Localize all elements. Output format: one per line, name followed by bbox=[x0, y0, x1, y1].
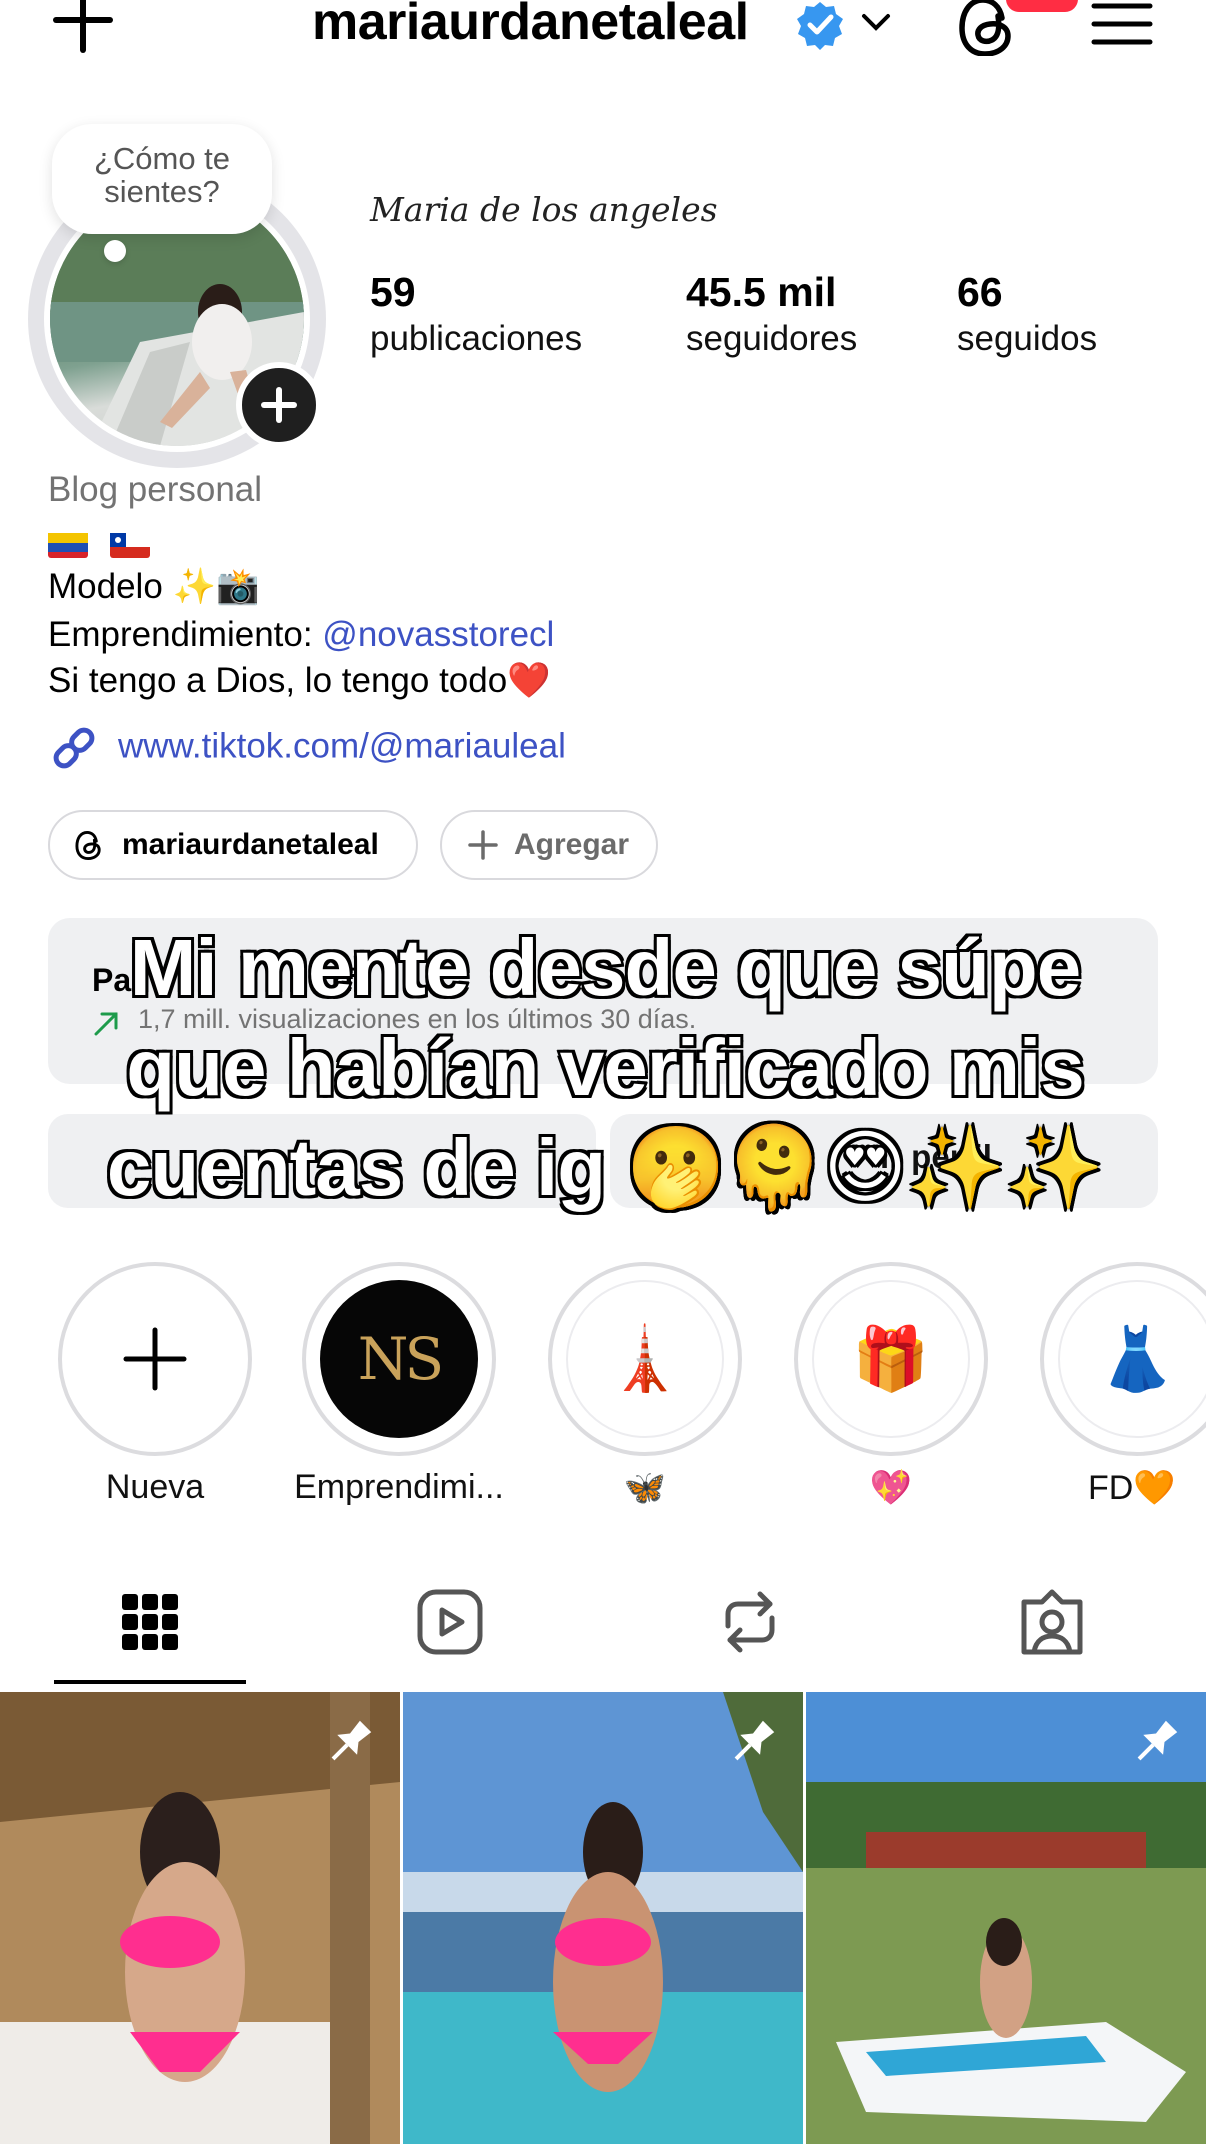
highlight-label: 💖 bbox=[869, 1469, 913, 1507]
note-bubble[interactable]: ¿Cómo te sientes? bbox=[52, 124, 272, 234]
video-caption-overlay: Mi mente desde que súpe que habían verif… bbox=[104, 921, 1106, 1215]
add-chip-label: Agregar bbox=[514, 828, 630, 861]
reels-icon[interactable] bbox=[414, 1586, 486, 1658]
plus-icon bbox=[123, 1327, 187, 1391]
active-tab-indicator bbox=[54, 1680, 246, 1684]
highlight-label: Emprendimi... bbox=[294, 1468, 504, 1506]
pin-icon bbox=[1137, 1720, 1178, 1761]
venezuela-flag bbox=[48, 530, 88, 558]
flags-row bbox=[48, 522, 162, 562]
threads-chip-label: mariaurdanetaleal bbox=[122, 828, 379, 861]
highlight-gift[interactable]: 🎁 bbox=[794, 1262, 988, 1456]
verified-badge-icon bbox=[797, 2, 843, 50]
stat-posts[interactable]: 59 publicaciones bbox=[370, 266, 582, 360]
highlight-dress[interactable]: 👗 bbox=[1040, 1262, 1206, 1456]
highlight-eiffel[interactable]: 🗼 bbox=[548, 1262, 742, 1456]
stat-posts-label: publicaciones bbox=[370, 319, 583, 358]
bio-line-model: Modelo ✨📸 bbox=[48, 567, 260, 606]
dress-icon: 👗 bbox=[1058, 1280, 1206, 1438]
stat-followers-label: seguidores bbox=[686, 319, 858, 358]
eiffel-tower-icon: 🗼 bbox=[566, 1280, 724, 1438]
grid-icon[interactable] bbox=[114, 1586, 186, 1658]
bio-link-text: www.tiktok.com/@mariauleal bbox=[118, 726, 566, 766]
chile-flag bbox=[109, 530, 150, 558]
highlight-new-inner bbox=[76, 1280, 234, 1438]
note-bubble-tail bbox=[104, 240, 126, 262]
threads-icon[interactable] bbox=[956, 0, 1022, 56]
bio-line-faith: Si tengo a Dios, lo tengo todo❤️ bbox=[48, 661, 551, 700]
mention-link[interactable]: @novasstorecl bbox=[322, 615, 554, 654]
reposts-icon[interactable] bbox=[714, 1586, 786, 1658]
stat-posts-count: 59 bbox=[370, 269, 416, 315]
chevron-down-icon[interactable] bbox=[858, 8, 894, 38]
highlight-label: 🦋 bbox=[623, 1469, 667, 1507]
stat-followers[interactable]: 45.5 mil seguidores bbox=[686, 266, 857, 360]
plus-icon bbox=[468, 830, 498, 860]
post-tile[interactable] bbox=[403, 1692, 803, 2144]
gift-icon: 🎁 bbox=[812, 1280, 970, 1438]
bio-link[interactable]: www.tiktok.com/@mariauleal bbox=[48, 722, 566, 774]
plus-icon bbox=[261, 387, 297, 423]
pin-icon bbox=[734, 1720, 775, 1761]
pin-icon bbox=[331, 1720, 372, 1761]
stat-following-label: seguidos bbox=[957, 319, 1098, 358]
stat-following-count: 66 bbox=[957, 269, 1003, 315]
highlight-new[interactable] bbox=[58, 1262, 252, 1456]
profile-username-header[interactable]: mariaurdanetaleal bbox=[312, 0, 749, 52]
highlight-emprendimiento[interactable]: NS bbox=[302, 1262, 496, 1456]
add-link-chip[interactable]: Agregar bbox=[440, 810, 658, 880]
tagged-icon[interactable] bbox=[1016, 1586, 1088, 1658]
highlight-label: Nueva bbox=[105, 1468, 205, 1506]
profile-category: Blog personal bbox=[48, 470, 263, 509]
post-tile[interactable] bbox=[806, 1692, 1206, 2144]
display-name: Maria de los angeles bbox=[370, 190, 718, 229]
threads-icon bbox=[75, 830, 101, 861]
stat-followers-count: 45.5 mil bbox=[686, 269, 837, 315]
create-plus-icon[interactable] bbox=[48, 0, 118, 60]
link-icon bbox=[53, 727, 95, 769]
bio-line-business: Emprendimiento: @novasstorecl bbox=[48, 614, 554, 656]
ns-store-logo: NS bbox=[320, 1280, 478, 1438]
hamburger-menu-icon[interactable] bbox=[1090, 0, 1154, 50]
stat-following[interactable]: 66 seguidos bbox=[957, 266, 1097, 360]
bio-business-prefix: Emprendimiento: bbox=[48, 615, 323, 654]
post-tile[interactable] bbox=[0, 1692, 400, 2144]
highlight-label: FD🧡 bbox=[1088, 1469, 1176, 1507]
threads-profile-chip[interactable]: mariaurdanetaleal bbox=[48, 810, 418, 880]
add-story-button[interactable] bbox=[236, 362, 322, 448]
